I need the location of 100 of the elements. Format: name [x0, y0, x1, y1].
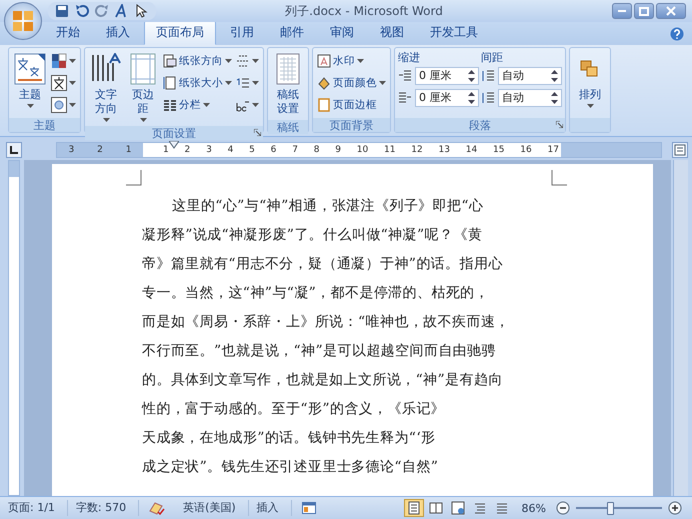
dialog-launcher-icon[interactable] [254, 129, 261, 136]
document-text-line: 天成象，在地成形”的话。钱钟书先生释为“‘形 [142, 429, 437, 448]
spinner-arrows-icon [468, 68, 475, 82]
ribbon-tab[interactable]: 开发工具 [418, 20, 490, 45]
ribbon-button[interactable]: 主题 [12, 50, 48, 110]
ribbon-tab[interactable]: 页面布局 [144, 20, 216, 45]
ribbon-button[interactable]: 文字方向 [88, 50, 124, 124]
ribbon-button[interactable]: 水印 [316, 50, 387, 71]
minimize-icon [618, 10, 626, 12]
grid-paper-icon [275, 53, 301, 85]
ribbon-button[interactable]: 排列 [573, 50, 607, 110]
document-text-line: 成之定状”。钱先生还引述亚里士多德论“自然” [142, 458, 440, 477]
group-label: 页面设置 [152, 126, 196, 140]
group-label: 页面背景 [330, 118, 374, 132]
ruler-toggle-button[interactable] [672, 142, 688, 158]
minus-icon [556, 501, 570, 515]
document-text-line: 凝形释”说成“神凝形废”了。什么叫做“神凝”呢？《黄 [142, 226, 484, 245]
ribbon-button[interactable]: 页面边框 [316, 94, 387, 115]
view-icon [450, 501, 465, 515]
slider-thumb[interactable] [607, 502, 614, 514]
office-button[interactable] [4, 2, 42, 40]
ribbon-button[interactable]: 分栏 [162, 94, 233, 115]
ruler-number: 17 [548, 145, 559, 155]
status-text: 页面: 1/1 [0, 500, 68, 516]
ruler-number: 9 [335, 145, 341, 155]
ruler-number: 7 [292, 145, 298, 155]
ruler-number: 1 [163, 145, 169, 155]
zoom-out-button[interactable] [556, 501, 570, 515]
ribbon-button[interactable] [50, 72, 77, 93]
paint-bucket-icon [317, 76, 331, 90]
document-text-line: 而是如《周易・系辞・上》所说：“唯神也，故不疾而速， [142, 313, 511, 332]
columns-icon [163, 98, 177, 112]
watermark-icon [317, 54, 331, 68]
document-text-line: 这里的“心”与“神”相通，张湛注《列子》即把“心 [171, 197, 484, 216]
status-text: 英语(美国) [175, 500, 249, 516]
dialog-launcher-icon[interactable] [556, 121, 563, 128]
status-text: 插入 [248, 500, 292, 516]
maximize-button[interactable] [634, 3, 654, 19]
zoom-level: 86% [520, 502, 547, 514]
spin-field[interactable]: 0 厘米 [415, 66, 479, 84]
ribbon-button[interactable] [50, 94, 77, 115]
document-text-line: 的。具体到文章写作，也就是如上文所说，“神”是有趋向 [142, 371, 504, 390]
ribbon-tab[interactable]: 引用 [218, 20, 266, 45]
close-button[interactable] [656, 3, 686, 19]
ribbon-button[interactable]: 页边距 [126, 50, 160, 124]
page-margins-icon [129, 53, 157, 85]
ruler-number: 8 [314, 145, 320, 155]
margin-corner-icon [551, 170, 567, 186]
window-title: 列子.docx - Microsoft Word [284, 2, 444, 20]
ribbon-tab[interactable]: 审阅 [318, 20, 366, 45]
toolbar-button[interactable] [134, 3, 150, 19]
minimize-button[interactable] [612, 3, 632, 19]
help-icon[interactable] [670, 27, 684, 41]
close-icon [666, 6, 676, 16]
view-icon [428, 501, 443, 515]
theme-icon [14, 53, 46, 85]
ruler-number: 11 [384, 145, 396, 155]
view-button[interactable] [404, 499, 424, 517]
spin-field[interactable]: 自动 [498, 66, 562, 84]
paper-size-icon [163, 76, 177, 90]
ribbon-button[interactable]: 纸张方向 [162, 50, 233, 71]
indent-icon [398, 70, 412, 82]
zoom-in-button[interactable] [668, 501, 682, 515]
document-text-line: 不行而至。”也就是说，“神”是可以超越空间而自由驰骋 [142, 342, 497, 361]
page-break-icon [236, 54, 250, 68]
ruler-number: 2 [184, 145, 190, 155]
line-spacing-icon [481, 92, 495, 104]
spinner-arrows-icon [551, 90, 558, 104]
ruler-number: 3 [68, 145, 74, 155]
section-label: 间距 [481, 50, 504, 64]
ruler-icon [674, 144, 686, 156]
spin-field[interactable]: 0 厘米 [415, 88, 479, 106]
pointer-icon [135, 4, 149, 18]
ruler-number: 12 [411, 145, 423, 155]
ribbon-button[interactable]: 页面颜色 [316, 72, 387, 93]
document-text-line: 帝》篇里就有“用志不分，疑（通凝）于神”的话。指用心 [142, 255, 504, 274]
ribbon-button[interactable]: 稿纸设置 [271, 50, 305, 118]
toolbar-button[interactable] [54, 3, 70, 19]
undo-icon [75, 4, 89, 18]
tab-selector-button[interactable] [6, 142, 22, 158]
ribbon-tab[interactable]: 插入 [94, 20, 142, 45]
ruler-number: 3 [206, 145, 212, 155]
ruler-number: 10 [356, 145, 368, 155]
text-style-icon [115, 4, 129, 18]
document-text-line: 性的，富于动感的。至于“形”的含义，《乐记》 [142, 400, 446, 419]
ruler-number: 5 [249, 145, 255, 155]
effects-icon [51, 96, 67, 112]
ribbon-tab[interactable]: 开始 [44, 20, 92, 45]
ribbon-tab[interactable]: 视图 [368, 20, 416, 45]
spin-field[interactable]: 自动 [498, 88, 562, 106]
color-swatch-icon [51, 52, 67, 68]
ribbon-button[interactable]: 纸张大小 [162, 72, 233, 93]
ribbon-tab[interactable]: 邮件 [268, 20, 316, 45]
view-icon [406, 501, 421, 515]
status-text: 字数: 570 [68, 500, 140, 516]
ruler-number: 15 [493, 145, 504, 155]
view-icon [472, 501, 487, 515]
ruler-number: 4 [228, 145, 234, 155]
line-spacing-icon [481, 70, 495, 82]
view-icon [494, 501, 509, 515]
